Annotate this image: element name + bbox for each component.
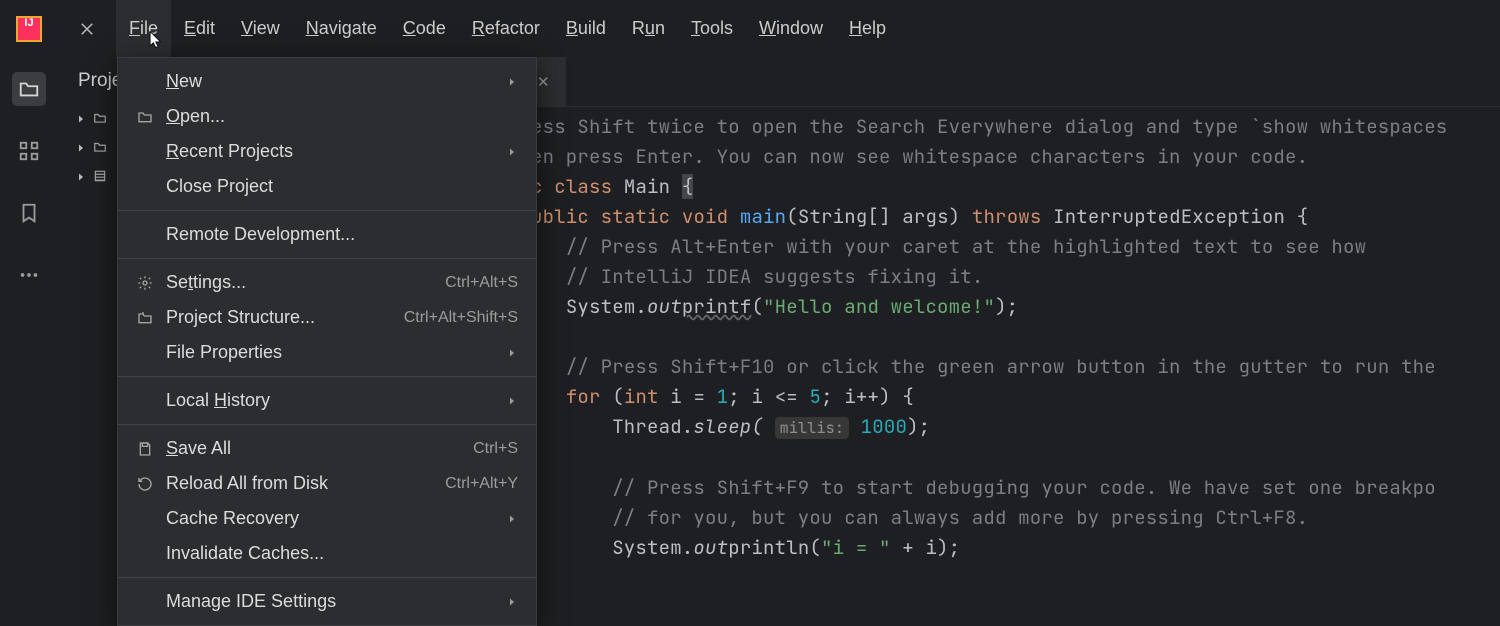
file-menu-settings[interactable]: Settings... Ctrl+Alt+S xyxy=(118,265,536,300)
menu-refactor[interactable]: Refactor xyxy=(459,0,553,57)
chevron-right-icon xyxy=(506,76,518,88)
file-menu-popup: New Open... Recent Projects Close Projec… xyxy=(117,57,537,626)
code-editor[interactable]: // Press Shift twice to open the Search … xyxy=(443,107,1500,563)
file-menu-new[interactable]: New xyxy=(118,64,536,99)
folder-icon xyxy=(93,109,107,130)
editor-tabs: ain.java ✕ xyxy=(443,57,1500,107)
file-icon xyxy=(93,167,107,188)
structure-tool-icon[interactable] xyxy=(12,134,46,168)
shortcut: Ctrl+Alt+Y xyxy=(445,475,518,493)
structure-icon xyxy=(136,310,154,326)
intellij-logo-icon: IJ xyxy=(16,16,42,42)
file-menu-close-project[interactable]: Close Project xyxy=(118,169,536,204)
file-menu-remote-dev[interactable]: Remote Development... xyxy=(118,217,536,252)
chevron-right-icon xyxy=(506,347,518,359)
menu-separator xyxy=(118,258,536,259)
menu-separator xyxy=(118,577,536,578)
shortcut: Ctrl+Alt+S xyxy=(445,274,518,292)
file-menu-cache-recovery[interactable]: Cache Recovery xyxy=(118,501,536,536)
shortcut: Ctrl+S xyxy=(473,440,518,458)
menu-navigate[interactable]: Navigate xyxy=(293,0,390,57)
chevron-right-icon xyxy=(75,167,87,188)
file-menu-open[interactable]: Open... xyxy=(118,99,536,134)
chevron-right-icon xyxy=(506,596,518,608)
file-menu-reload-disk[interactable]: Reload All from Disk Ctrl+Alt+Y xyxy=(118,466,536,501)
menu-code[interactable]: Code xyxy=(390,0,459,57)
file-menu-invalidate-caches[interactable]: Invalidate Caches... xyxy=(118,536,536,571)
tab-close-icon[interactable]: ✕ xyxy=(537,73,550,91)
file-menu-project-structure[interactable]: Project Structure... Ctrl+Alt+Shift+S xyxy=(118,300,536,335)
file-menu-manage-ide-settings[interactable]: Manage IDE Settings xyxy=(118,584,536,619)
menu-edit[interactable]: Edit xyxy=(171,0,228,57)
chevron-right-icon xyxy=(506,395,518,407)
shortcut: Ctrl+Alt+Shift+S xyxy=(404,309,518,327)
menu-help[interactable]: Help xyxy=(836,0,899,57)
file-menu-save-all[interactable]: Save All Ctrl+S xyxy=(118,431,536,466)
chevron-right-icon xyxy=(75,109,87,130)
app-icon-container: IJ xyxy=(0,16,58,42)
save-icon xyxy=(136,441,154,457)
chevron-right-icon xyxy=(506,513,518,525)
bookmarks-tool-icon[interactable] xyxy=(12,196,46,230)
project-tool-icon[interactable] xyxy=(12,72,46,106)
file-menu-file-properties[interactable]: File Properties xyxy=(118,335,536,370)
folder-open-icon xyxy=(136,109,154,125)
menu-build[interactable]: Build xyxy=(553,0,619,57)
file-menu-local-history[interactable]: Local History xyxy=(118,383,536,418)
left-tool-rail xyxy=(0,57,58,600)
menu-separator xyxy=(118,210,536,211)
folder-icon xyxy=(93,138,107,159)
menu-separator xyxy=(118,376,536,377)
menu-run[interactable]: Run xyxy=(619,0,678,57)
close-icon[interactable] xyxy=(58,20,116,38)
chevron-right-icon xyxy=(75,138,87,159)
more-tool-icon[interactable] xyxy=(12,258,46,292)
file-menu-recent[interactable]: Recent Projects xyxy=(118,134,536,169)
menu-tools[interactable]: Tools xyxy=(678,0,746,57)
menu-separator xyxy=(118,424,536,425)
gear-icon xyxy=(136,275,154,291)
mouse-cursor-icon xyxy=(147,30,166,54)
menu-window[interactable]: Window xyxy=(746,0,836,57)
menu-view[interactable]: View xyxy=(228,0,293,57)
reload-icon xyxy=(136,476,154,492)
chevron-right-icon xyxy=(506,146,518,158)
